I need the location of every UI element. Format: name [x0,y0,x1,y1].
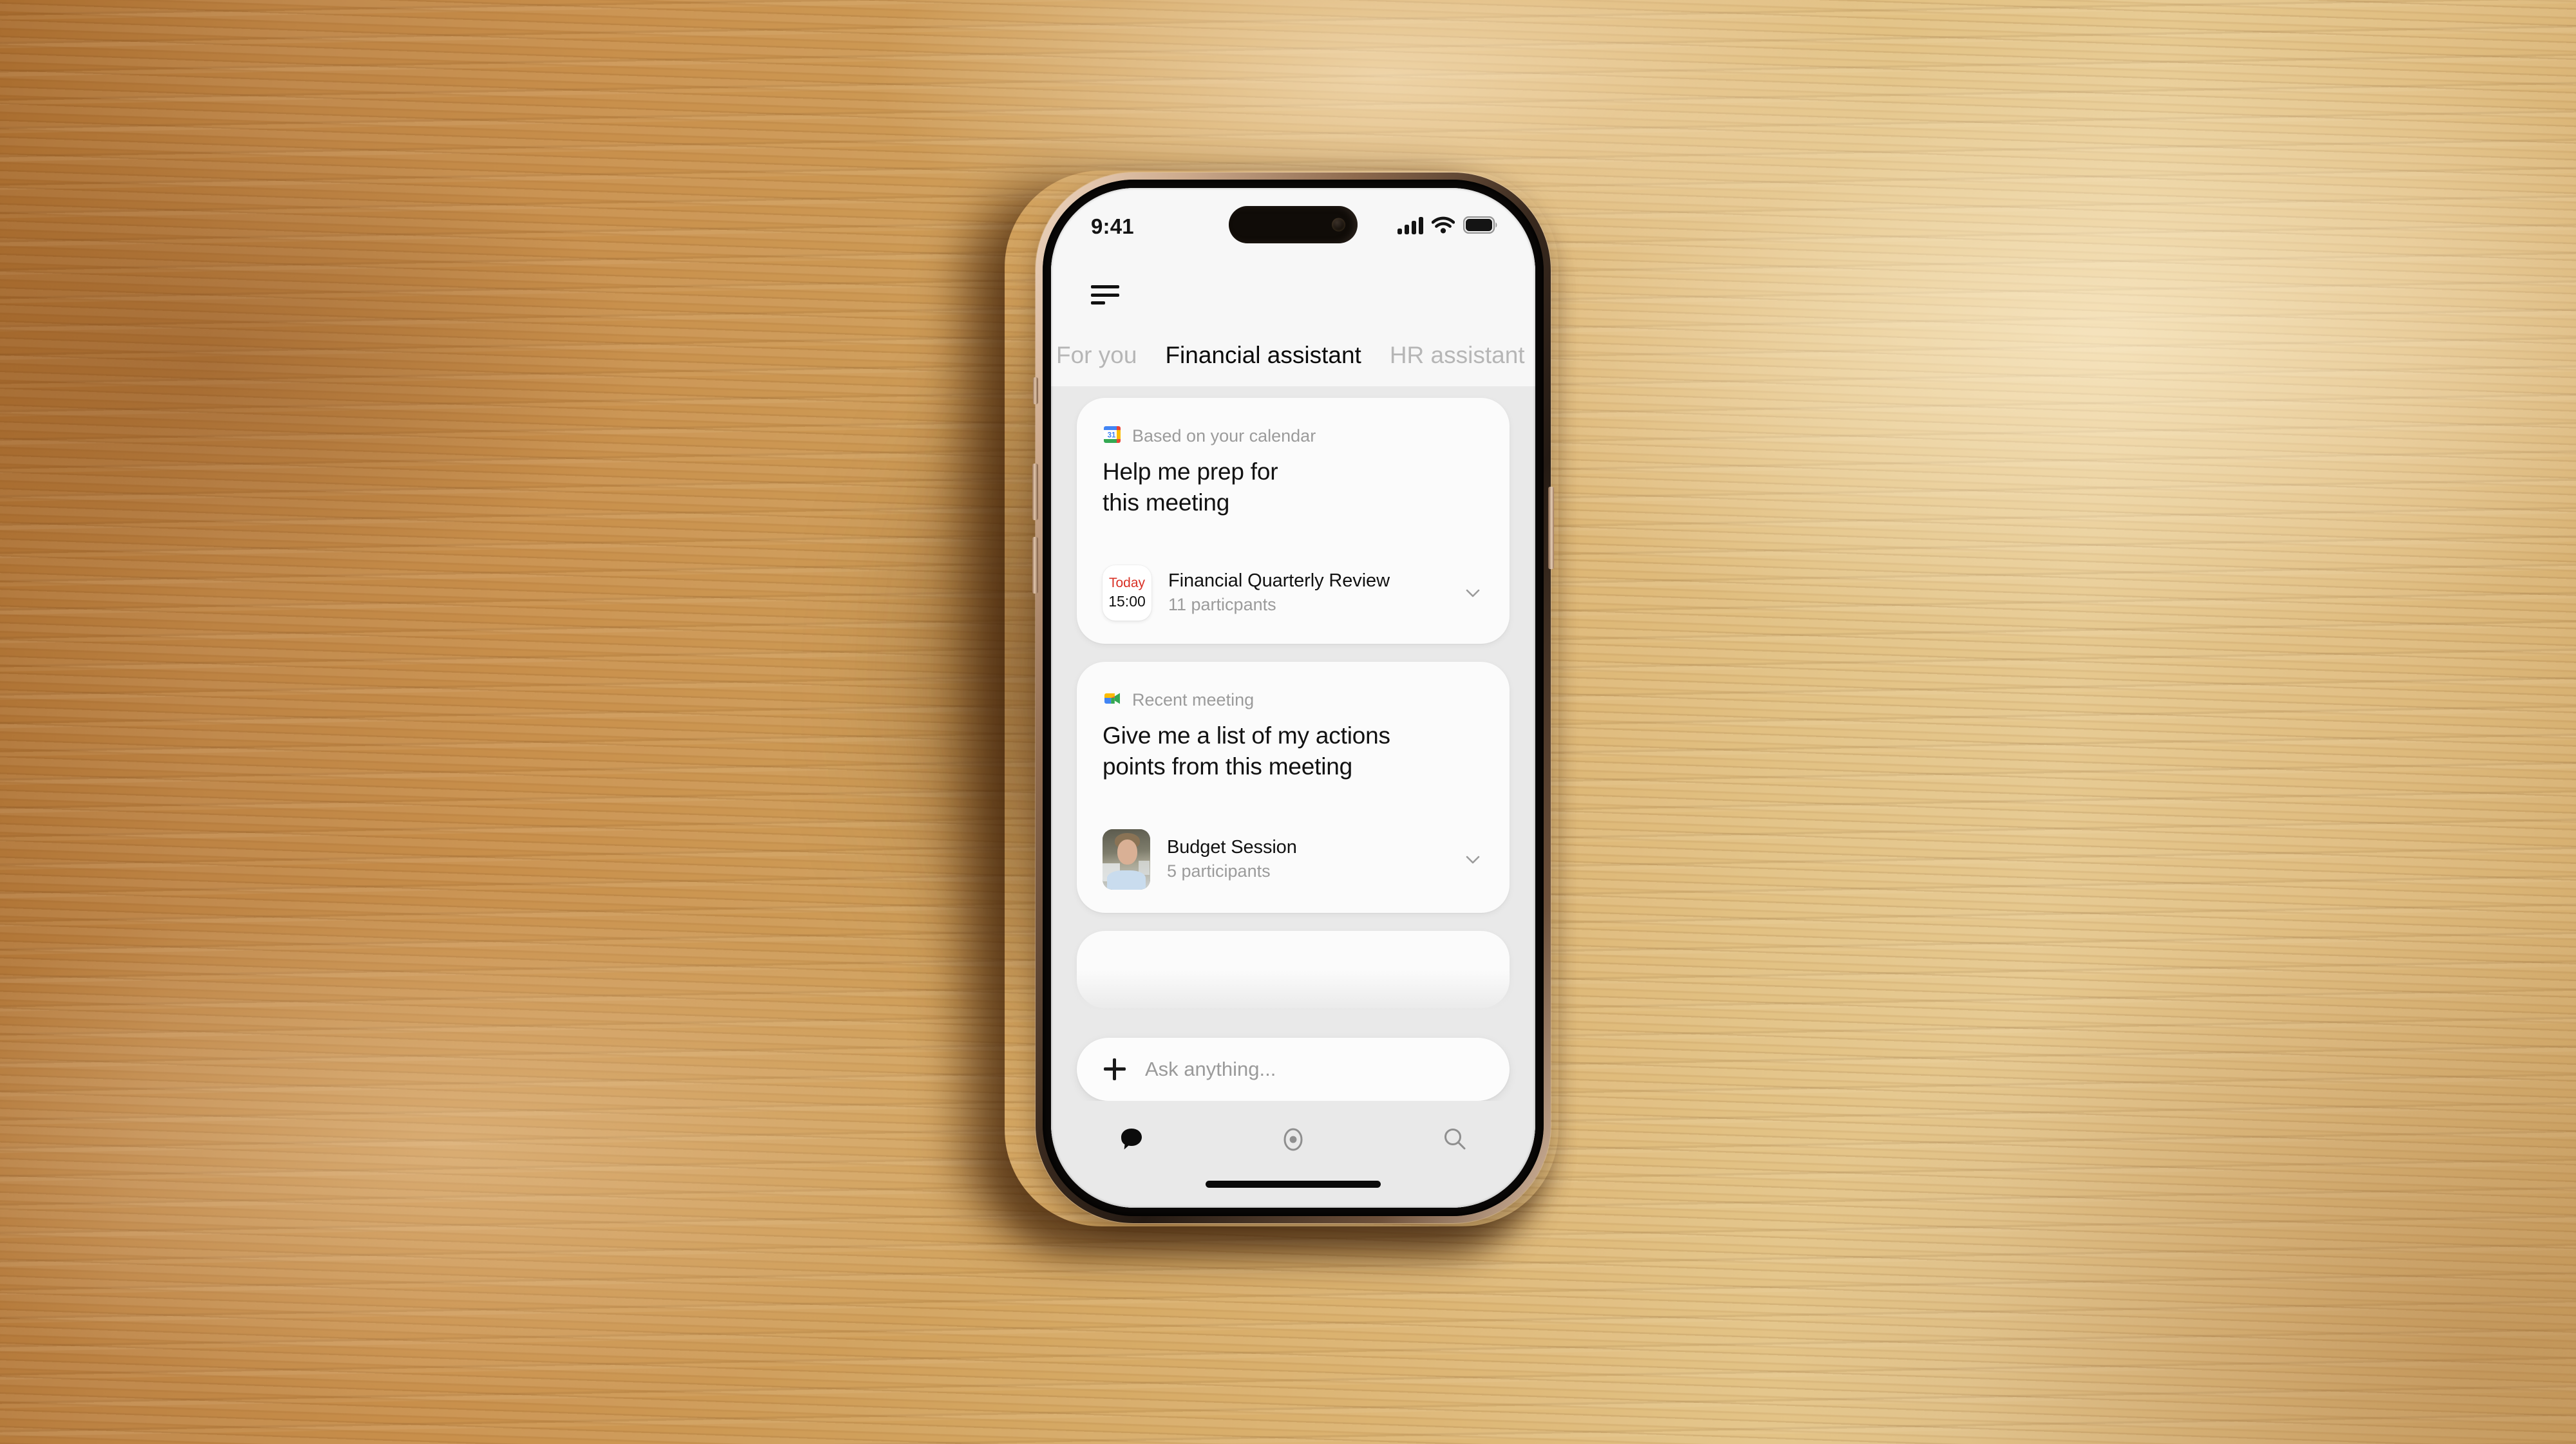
nav-item-assistant[interactable] [1213,1101,1374,1181]
front-camera-icon [1332,218,1345,232]
nav-item-search[interactable] [1374,1101,1535,1181]
card-attachment-calendar-event[interactable]: Today 15:00 Financial Quarterly Review 1… [1103,565,1484,621]
dynamic-island [1229,206,1358,243]
meeting-subtitle: 5 participants [1167,861,1271,881]
volume-up-button[interactable] [1032,464,1038,520]
smartphone-device: 9:41 For you Financial assistant HR assi… [1032,173,1554,1223]
tab-financial-assistant[interactable]: Financial assistant [1165,342,1361,369]
ask-anything-input[interactable] [1145,1058,1482,1081]
svg-text:31: 31 [1108,431,1116,439]
search-icon [1441,1125,1469,1157]
phone-screen: 9:41 For you Financial assistant HR assi… [1051,188,1535,1208]
cellular-signal-icon [1397,216,1423,238]
suggestion-card-next-peek[interactable] [1077,930,1510,1008]
suggestion-feed[interactable]: 31 Based on your calendar Help me prep f… [1051,386,1535,1029]
home-indicator-area [1051,1181,1535,1208]
wifi-icon [1431,216,1455,237]
card-prompt: Help me prep for this meeting [1103,456,1484,519]
chevron-down-icon[interactable] [1462,582,1484,604]
event-date-time: 15:00 [1108,592,1146,610]
card-prompt: Give me a list of my actions points from… [1103,720,1484,783]
suggestion-card-meeting[interactable]: Recent meeting Give me a list of my acti… [1077,661,1510,913]
menu-lines-icon[interactable] [1091,285,1119,305]
status-bar-clock: 9:41 [1091,214,1134,238]
chat-bubble-icon [1117,1125,1146,1157]
google-meet-icon [1103,689,1122,711]
ask-anything-composer[interactable] [1077,1038,1510,1101]
record-dot-icon [1279,1125,1307,1157]
volume-down-button[interactable] [1032,537,1038,594]
meeting-title: Budget Session [1167,837,1297,858]
tab-hr-assistant[interactable]: HR assistant [1390,342,1525,369]
plus-icon[interactable] [1104,1058,1126,1080]
event-text-block: Financial Quarterly Review 11 particpant… [1168,570,1445,615]
battery-icon [1463,216,1498,237]
participant-avatar [1103,829,1150,890]
card-source: Recent meeting [1103,689,1484,711]
card-prompt-line-2: this meeting [1103,489,1230,516]
card-source-label: Based on your calendar [1132,426,1316,445]
event-date-day: Today [1108,575,1146,590]
chevron-down-icon[interactable] [1462,849,1484,870]
nav-item-chat[interactable] [1051,1101,1213,1181]
card-prompt-line-1: Help me prep for [1103,458,1278,485]
meeting-text-block: Budget Session 5 participants [1167,837,1445,881]
mute-switch-button[interactable] [1033,377,1038,404]
assistant-tab-bar[interactable]: For you Financial assistant HR assistant [1051,324,1535,386]
power-side-button[interactable] [1548,487,1554,569]
google-calendar-icon: 31 [1103,425,1122,447]
suggestion-card-calendar[interactable]: 31 Based on your calendar Help me prep f… [1077,398,1510,644]
card-prompt-line-2: points from this meeting [1103,753,1352,780]
event-title: Financial Quarterly Review [1168,570,1390,592]
tab-for-you[interactable]: For you [1056,342,1137,369]
card-prompt-line-1: Give me a list of my actions [1103,722,1390,749]
event-date-chip: Today 15:00 [1103,565,1151,621]
card-source-label: Recent meeting [1132,689,1255,709]
home-indicator[interactable] [1206,1181,1381,1188]
card-source: 31 Based on your calendar [1103,425,1484,447]
event-subtitle: 11 particpants [1168,595,1276,615]
composer-area [1051,1029,1535,1101]
card-attachment-meeting-recording[interactable]: Budget Session 5 participants [1103,829,1484,890]
app-top-bar [1051,265,1535,324]
app-container: For you Financial assistant HR assistant [1051,265,1535,1208]
status-bar-indicators [1397,216,1498,238]
phone-bezel: 9:41 For you Financial assistant HR assi… [1043,180,1544,1216]
bottom-nav-bar[interactable] [1051,1101,1535,1181]
